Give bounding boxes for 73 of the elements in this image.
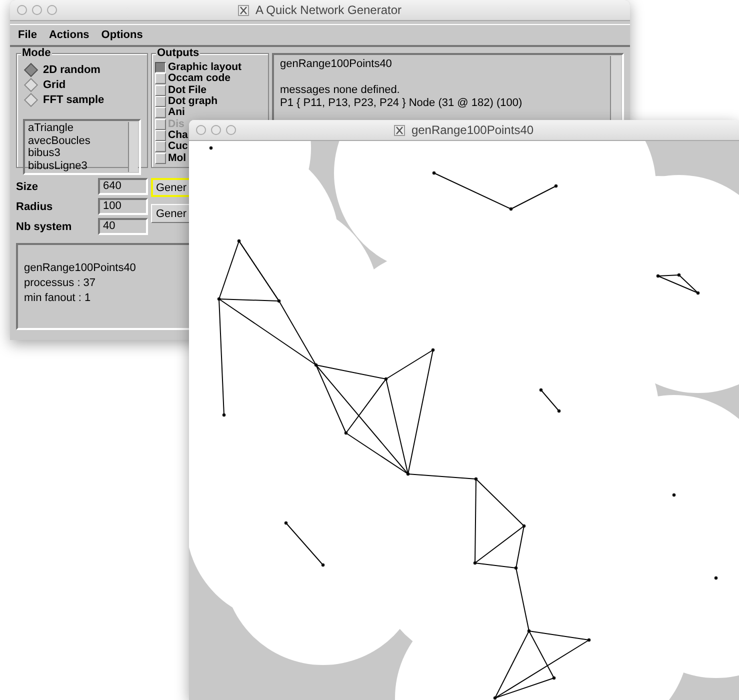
field-label: Nb system [16, 220, 72, 232]
node-dot [314, 363, 318, 367]
node-dot [321, 563, 325, 567]
list-item[interactable]: bibus3 [28, 147, 124, 160]
field-label: Radius [16, 200, 53, 212]
input-field[interactable]: 40 [98, 218, 148, 235]
group-label: Outputs [156, 47, 200, 59]
node-dot [431, 348, 435, 352]
radio-label: FFT sample [43, 94, 104, 106]
node-dot [222, 413, 226, 417]
scrollbar[interactable] [610, 56, 621, 122]
node-dot [552, 676, 556, 680]
checkbox-label: Cha [168, 130, 188, 141]
scrollbar[interactable] [128, 122, 138, 172]
info-line: genRange100Points40 [24, 261, 136, 276]
node-dot [493, 696, 497, 700]
node-dot [509, 207, 513, 211]
node-dot [527, 629, 531, 633]
node-dot [656, 274, 660, 278]
generate-button[interactable]: Gener [151, 178, 189, 197]
checkbox-label: Dot File [168, 84, 206, 96]
info-line: processus : 37 [24, 276, 96, 291]
window-title: genRange100Points40 [411, 123, 534, 137]
radio-label: 2D random [43, 64, 100, 76]
node-dot [277, 299, 281, 303]
radio-label: Grid [43, 78, 66, 90]
checkbox-label: Graphic layout [168, 62, 242, 74]
node-dot [209, 146, 213, 150]
window-title: A Quick Network Generator [255, 3, 402, 17]
edge-line [286, 522, 324, 566]
x-app-icon [394, 124, 406, 136]
checkbox-label: Mol [168, 152, 186, 164]
edge-line [540, 390, 560, 412]
node-dot [344, 431, 348, 435]
node-dot [522, 524, 526, 528]
node-dot [696, 291, 700, 295]
node-dot [677, 273, 681, 277]
node-dot [514, 566, 518, 570]
list-item[interactable]: avecBoucles [28, 134, 124, 147]
node-dot [217, 297, 221, 301]
menu-item[interactable]: Actions [48, 29, 90, 41]
node-dot [284, 521, 288, 525]
node-dot [384, 377, 388, 381]
node-dot [473, 561, 477, 565]
node-dot [432, 171, 436, 175]
menu-item[interactable]: Options [101, 29, 143, 41]
info-line: min fanout : 1 [24, 291, 91, 306]
checkbox-label: Cuc [168, 141, 188, 152]
x-app-icon [238, 4, 250, 16]
node-dot [672, 493, 676, 497]
message-line: P1 { P11, P13, P23, P24 } Node (31 @ 182) (100) [280, 97, 524, 110]
node-dot [554, 184, 558, 188]
input-field[interactable]: 640 [98, 178, 148, 195]
checkbox[interactable] [155, 62, 166, 74]
node-dot [237, 239, 241, 243]
message-line: genRange100Points40 [280, 58, 393, 71]
generate-button[interactable]: Gener [151, 204, 189, 223]
menu-item[interactable]: File [18, 29, 37, 41]
field-label: Size [16, 180, 38, 192]
list-item[interactable]: aTriangle [28, 122, 124, 134]
list-item[interactable]: bibusLigne3 [28, 160, 124, 172]
node-dot [406, 472, 410, 476]
group-label: Mode [21, 47, 52, 59]
node-dot [557, 409, 561, 413]
node-dot [587, 638, 591, 642]
checkbox-label: Ani [168, 107, 185, 118]
checkbox-label: Occam code [168, 73, 230, 84]
node-dot [539, 388, 543, 392]
node-dot [474, 477, 478, 481]
input-field[interactable]: 100 [98, 198, 148, 215]
checkbox-label: Dot graph [168, 96, 218, 108]
message-line: messages none defined. [280, 84, 401, 97]
node-dot [714, 576, 718, 580]
